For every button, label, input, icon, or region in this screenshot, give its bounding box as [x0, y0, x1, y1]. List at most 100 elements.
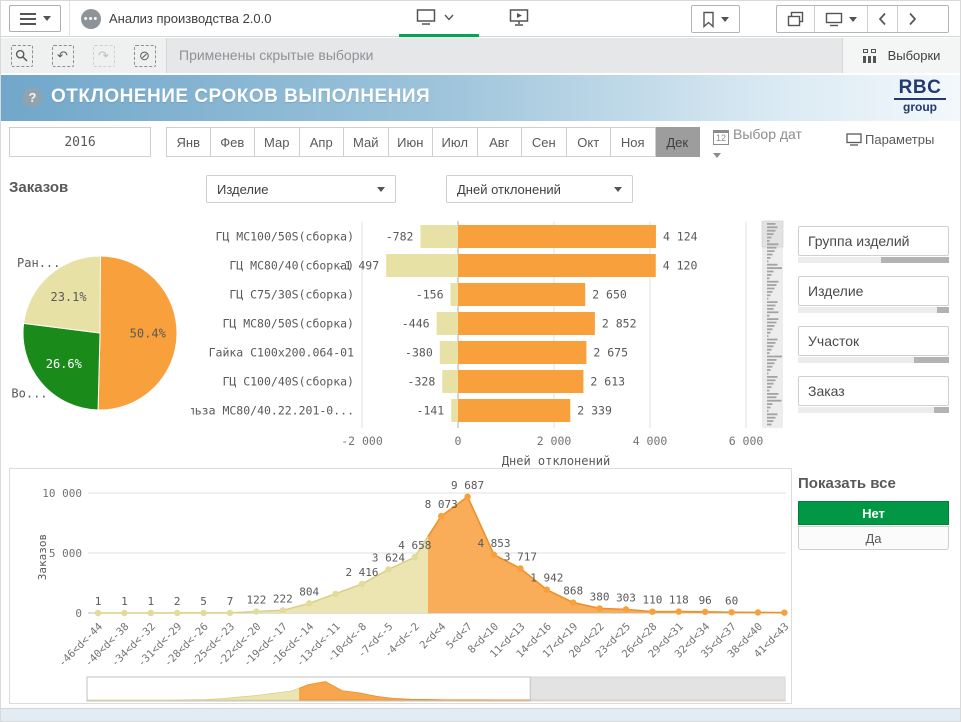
- area-point[interactable]: [781, 609, 787, 615]
- show-all-option-Да[interactable]: Да: [798, 526, 949, 550]
- bookmark-group: [691, 5, 740, 33]
- area-point[interactable]: [728, 609, 734, 615]
- month-button-Апр[interactable]: Апр: [300, 127, 345, 157]
- area-point[interactable]: [676, 608, 682, 614]
- year-filter[interactable]: 2016: [9, 127, 151, 157]
- filter-listbox-Изделие[interactable]: Изделие: [798, 276, 949, 313]
- month-button-Фев[interactable]: Фев: [211, 127, 256, 157]
- date-picker-button[interactable]: 12Выбор дат: [713, 126, 803, 162]
- bar-negative-value: -446: [402, 317, 430, 331]
- filter-listbox-scrollbar[interactable]: [798, 407, 949, 413]
- area-point[interactable]: [517, 565, 523, 571]
- area-point[interactable]: [174, 610, 180, 616]
- month-button-Ноя[interactable]: Ноя: [611, 127, 656, 157]
- month-button-Июн[interactable]: Июн: [389, 127, 434, 157]
- bar-negative[interactable]: [420, 225, 458, 248]
- selections-tool-button[interactable]: Выборки: [842, 38, 960, 73]
- area-point[interactable]: [95, 610, 101, 616]
- month-button-Июл[interactable]: Июл: [433, 127, 478, 157]
- area-point[interactable]: [649, 608, 655, 614]
- main-menu-button[interactable]: [9, 5, 61, 32]
- sheet-title: ОТКЛОНЕНИЕ СРОКОВ ВЫПОЛНЕНИЯ: [51, 86, 430, 108]
- area-point[interactable]: [200, 610, 206, 616]
- bar-negative[interactable]: [386, 254, 458, 277]
- month-button-Дек[interactable]: Дек: [656, 127, 701, 157]
- month-button-Авг[interactable]: Авг: [478, 127, 523, 157]
- parameters-button[interactable]: Параметры: [846, 132, 934, 147]
- area-point[interactable]: [385, 566, 391, 572]
- area-point[interactable]: [412, 554, 418, 560]
- area-point[interactable]: [755, 609, 761, 615]
- pie-chart: 50.4%26.6%Во...23.1%Ран...: [1, 248, 191, 424]
- area-point[interactable]: [623, 606, 629, 612]
- measure-dropdown[interactable]: Дней отклонений: [446, 175, 633, 203]
- month-button-Сен[interactable]: Сен: [522, 127, 567, 157]
- area-point[interactable]: [491, 552, 497, 558]
- bar-positive[interactable]: [458, 370, 583, 393]
- bar-negative[interactable]: [442, 370, 458, 393]
- bar-negative[interactable]: [437, 312, 458, 335]
- bar-positive[interactable]: [458, 225, 656, 248]
- filter-listbox-scrollbar[interactable]: [798, 357, 949, 363]
- undo-selection-button[interactable]: ↶: [42, 45, 83, 67]
- duplicate-sheet-button[interactable]: [777, 6, 814, 32]
- scrollbar-thumb[interactable]: [881, 257, 949, 263]
- help-icon[interactable]: ?: [23, 88, 42, 107]
- area-point[interactable]: [702, 609, 708, 615]
- app-icon[interactable]: •••: [81, 9, 101, 29]
- area-point[interactable]: [332, 591, 338, 597]
- presentation-icon: [509, 8, 529, 27]
- sheet-icon: [416, 8, 436, 26]
- area-point[interactable]: [570, 599, 576, 605]
- redo-selection-button[interactable]: ↷: [83, 45, 124, 67]
- bar-negative[interactable]: [451, 399, 458, 422]
- prev-sheet-button[interactable]: [867, 6, 897, 32]
- sheet-view-button[interactable]: [416, 8, 454, 26]
- smart-search-button[interactable]: [1, 45, 42, 67]
- area-point[interactable]: [148, 610, 154, 616]
- area-point[interactable]: [464, 494, 470, 500]
- clear-selections-button[interactable]: ⊘: [124, 45, 165, 67]
- area-point[interactable]: [544, 586, 550, 592]
- filter-listbox-Заказ[interactable]: Заказ: [798, 376, 949, 413]
- bar-negative[interactable]: [451, 283, 458, 306]
- pie-slice-percent: 23.1%: [50, 290, 87, 304]
- area-point[interactable]: [253, 608, 259, 614]
- bar-scrollbar-minibar: [767, 403, 773, 405]
- month-button-Янв[interactable]: Янв: [166, 127, 211, 157]
- filter-listbox-scrollbar[interactable]: [798, 257, 949, 263]
- scrollbar-thumb[interactable]: [914, 357, 949, 363]
- area-point[interactable]: [280, 607, 286, 613]
- bar-negative[interactable]: [440, 341, 458, 364]
- area-point[interactable]: [359, 581, 365, 587]
- bar-positive[interactable]: [458, 399, 570, 422]
- dimension-dropdown[interactable]: Изделие: [206, 175, 396, 203]
- bar-scrollbar-minibar: [767, 376, 778, 378]
- area-point[interactable]: [306, 600, 312, 606]
- presentation-button[interactable]: [509, 8, 529, 32]
- bar-positive[interactable]: [458, 283, 585, 306]
- month-button-Окт[interactable]: Окт: [567, 127, 612, 157]
- filter-listbox-Группа изделий[interactable]: Группа изделий: [798, 226, 949, 263]
- area-point-label: 8 073: [425, 498, 458, 511]
- bar-scrollbar-minibar: [767, 284, 777, 286]
- bookmark-button[interactable]: [692, 6, 739, 32]
- scrollbar-thumb[interactable]: [937, 307, 949, 313]
- scrollbar-thumb[interactable]: [934, 407, 949, 413]
- filter-listbox-Участок[interactable]: Участок: [798, 326, 949, 363]
- navigator-shade[interactable]: [530, 677, 785, 701]
- area-point[interactable]: [438, 513, 444, 519]
- month-button-Май[interactable]: Май: [344, 127, 389, 157]
- filter-listbox-scrollbar[interactable]: [798, 307, 949, 313]
- chevron-down-icon: [849, 17, 857, 22]
- bar-positive[interactable]: [458, 341, 586, 364]
- show-all-option-Нет[interactable]: Нет: [798, 501, 949, 525]
- next-sheet-button[interactable]: [897, 6, 927, 32]
- area-point[interactable]: [596, 605, 602, 611]
- area-point[interactable]: [121, 610, 127, 616]
- bar-positive[interactable]: [458, 312, 595, 335]
- sheet-list-button[interactable]: [814, 6, 867, 32]
- month-button-Мар[interactable]: Мар: [255, 127, 300, 157]
- bar-positive[interactable]: [458, 254, 656, 277]
- area-point[interactable]: [227, 610, 233, 616]
